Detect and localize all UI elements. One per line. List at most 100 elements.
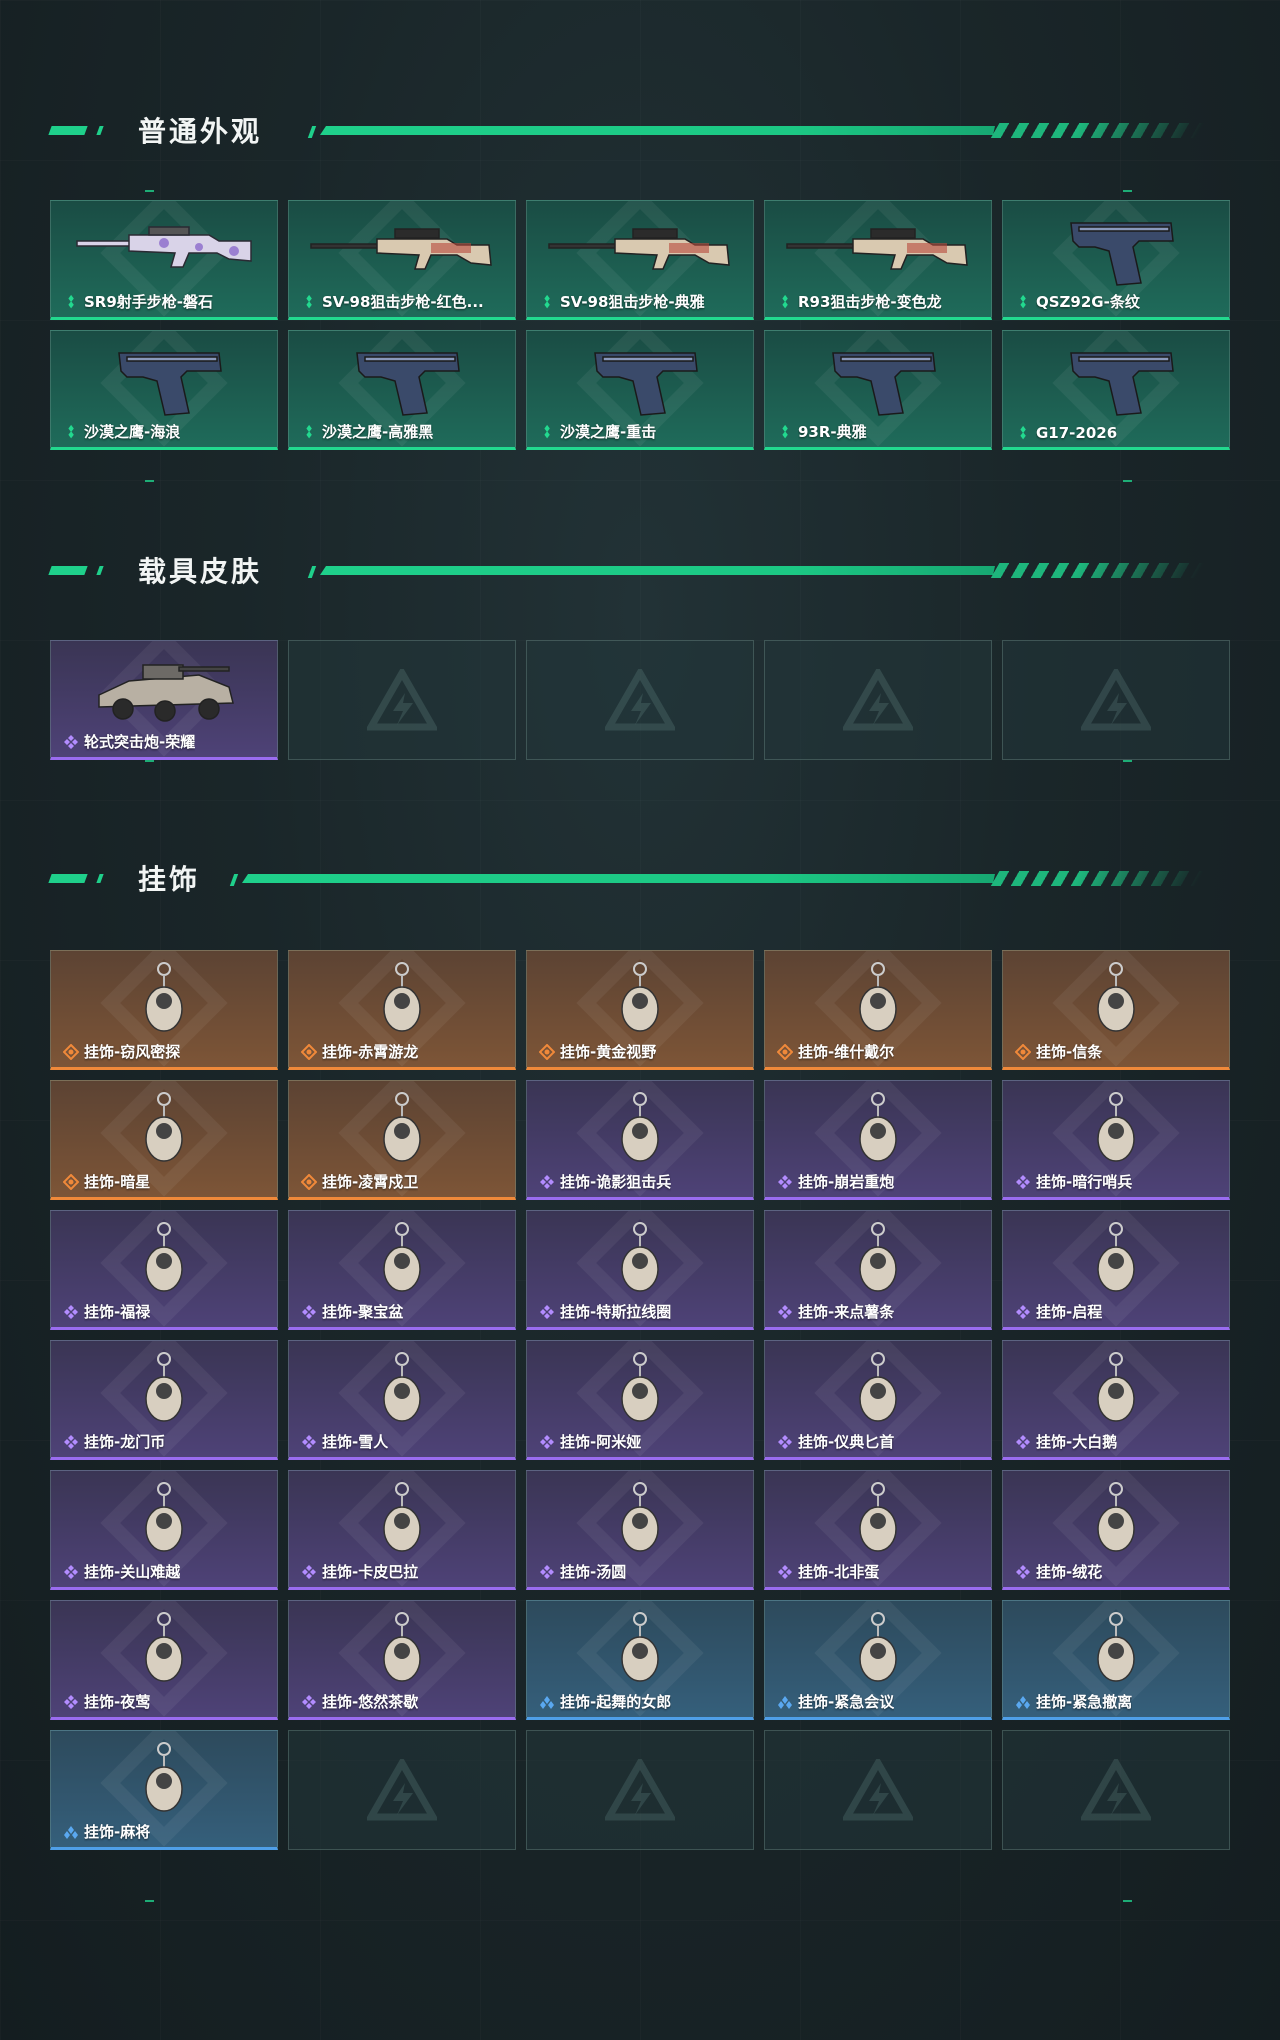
charm-icon — [783, 1351, 973, 1429]
item-card[interactable]: 挂饰-仪典匕首 — [764, 1340, 992, 1460]
item-card[interactable]: 挂饰-聚宝盆 — [288, 1210, 516, 1330]
quality-diamond-icon — [1016, 1304, 1030, 1319]
item-card[interactable]: G17-2026 — [1002, 330, 1230, 450]
item-card[interactable]: 挂饰-汤圆 — [526, 1470, 754, 1590]
item-card[interactable]: 挂饰-暗行哨兵 — [1002, 1080, 1230, 1200]
item-card[interactable]: 沙漠之鹰-重击 — [526, 330, 754, 450]
item-label: 挂饰-汤圆 — [560, 1563, 627, 1581]
item-card[interactable]: 挂饰-特斯拉线圈 — [526, 1210, 754, 1330]
item-card[interactable]: 挂饰-悠然茶歇 — [288, 1600, 516, 1720]
item-label-row: 挂饰-卡皮巴拉 — [301, 1561, 507, 1582]
item-label: 挂饰-赤霄游龙 — [322, 1043, 419, 1061]
item-card[interactable]: 挂饰-卡皮巴拉 — [288, 1470, 516, 1590]
item-label-row: 挂饰-来点薯条 — [777, 1301, 983, 1322]
item-label: 挂饰-紧急会议 — [798, 1693, 895, 1711]
corner-tick — [1123, 1900, 1132, 1902]
pistol-icon — [69, 341, 259, 419]
item-label: 挂饰-卡皮巴拉 — [322, 1563, 419, 1581]
charm-icon — [307, 1351, 497, 1429]
pistol-icon — [545, 341, 735, 419]
header-mark — [96, 126, 104, 135]
item-label: 沙漠之鹰-重击 — [560, 423, 657, 441]
quality-diamond-icon — [1015, 1043, 1031, 1060]
item-card[interactable]: 挂饰-维什戴尔 — [764, 950, 992, 1070]
item-card[interactable]: 挂饰-雪人 — [288, 1340, 516, 1460]
item-card[interactable]: 93R-典雅 — [764, 330, 992, 450]
item-label: 挂饰-聚宝盆 — [322, 1303, 404, 1321]
quality-diamond-icon — [1016, 1174, 1030, 1189]
quality-diamond-icon — [302, 1694, 316, 1709]
item-label: 挂饰-雪人 — [322, 1433, 389, 1451]
item-label: SV-98狙击步枪-红色... — [322, 293, 484, 311]
item-card[interactable]: 挂饰-来点薯条 — [764, 1210, 992, 1330]
weapon-grid: SR9射手步枪-磐石 SV-98狙击步枪-红色... SV-98狙击步枪-典雅 R93… — [50, 200, 1230, 450]
item-card[interactable]: 挂饰-福禄 — [50, 1210, 278, 1330]
charm-icon — [69, 1351, 259, 1429]
game-logo-icon — [1078, 1755, 1154, 1821]
item-card[interactable]: QSZ92G-条纹 — [1002, 200, 1230, 320]
item-card[interactable]: 挂饰-麻将 — [50, 1730, 278, 1850]
item-label-row: 挂饰-北非蛋 — [777, 1561, 983, 1582]
section-title: 普通外观 — [138, 115, 263, 148]
item-label-row: 轮式突击炮-荣耀 — [63, 731, 269, 752]
item-card[interactable]: SR9射手步枪-磐石 — [50, 200, 278, 320]
item-card[interactable]: 挂饰-黄金视野 — [526, 950, 754, 1070]
item-label-row: 挂饰-汤圆 — [539, 1561, 745, 1582]
item-card[interactable]: 挂饰-暗星 — [50, 1080, 278, 1200]
item-card[interactable]: 挂饰-诡影狙击兵 — [526, 1080, 754, 1200]
charm-icon — [307, 1221, 497, 1299]
quality-diamond-icon — [1016, 1695, 1030, 1709]
quality-diamond-icon — [540, 1174, 554, 1189]
item-card[interactable]: 挂饰-崩岩重炮 — [764, 1080, 992, 1200]
quality-diamond-icon — [306, 294, 312, 308]
item-card[interactable]: 挂饰-起舞的女郎 — [526, 1600, 754, 1720]
item-label-row: 挂饰-起舞的女郎 — [539, 1691, 745, 1712]
item-card[interactable]: 挂饰-启程 — [1002, 1210, 1230, 1330]
item-label-row: 挂饰-暗星 — [63, 1171, 269, 1192]
game-logo-icon — [840, 665, 916, 731]
item-label-row: 沙漠之鹰-海浪 — [63, 421, 269, 442]
item-card[interactable]: 挂饰-夜莺 — [50, 1600, 278, 1720]
item-label-row: 挂饰-特斯拉线圈 — [539, 1301, 745, 1322]
item-card[interactable]: 挂饰-关山难越 — [50, 1470, 278, 1590]
item-card[interactable]: SV-98狙击步枪-红色... — [288, 200, 516, 320]
item-card[interactable]: R93狙击步枪-变色龙 — [764, 200, 992, 320]
quality-diamond-icon — [68, 294, 74, 308]
item-label-row: 挂饰-启程 — [1015, 1301, 1221, 1322]
header-checker-pattern — [990, 123, 1205, 138]
quality-diamond-icon — [63, 1043, 79, 1060]
section-title: 载具皮肤 — [138, 555, 263, 588]
item-label-row: R93狙击步枪-变色龙 — [777, 291, 983, 312]
item-label: 挂饰-麻将 — [84, 1823, 151, 1841]
item-card[interactable]: 挂饰-信条 — [1002, 950, 1230, 1070]
item-card[interactable]: 挂饰-窃风密探 — [50, 950, 278, 1070]
charm-icon — [545, 1351, 735, 1429]
item-label-row: 挂饰-绒花 — [1015, 1561, 1221, 1582]
item-label: 挂饰-紧急撤离 — [1036, 1693, 1133, 1711]
item-label: 挂饰-崩岩重炮 — [798, 1173, 895, 1191]
charm-grid: 挂饰-窃风密探 挂饰-赤霄游龙 挂饰-黄金视野 挂饰-维什戴尔 挂饰-信条 挂饰-暗星 挂饰… — [50, 950, 1230, 1850]
item-card[interactable]: 挂饰-凌霄戍卫 — [288, 1080, 516, 1200]
item-card[interactable]: 挂饰-紧急撤离 — [1002, 1600, 1230, 1720]
item-label: 挂饰-窃风密探 — [84, 1043, 181, 1061]
item-label: 挂饰-信条 — [1036, 1043, 1103, 1061]
game-logo-icon — [364, 1755, 440, 1821]
item-card[interactable]: 挂饰-北非蛋 — [764, 1470, 992, 1590]
item-card[interactable]: 挂饰-阿米娅 — [526, 1340, 754, 1460]
item-card[interactable]: 挂饰-龙门币 — [50, 1340, 278, 1460]
item-card[interactable]: 挂饰-大白鹅 — [1002, 1340, 1230, 1460]
item-card[interactable]: 沙漠之鹰-海浪 — [50, 330, 278, 450]
charm-icon — [1021, 1091, 1211, 1169]
item-card[interactable]: 沙漠之鹰-高雅黑 — [288, 330, 516, 450]
item-card[interactable]: SV-98狙击步枪-典雅 — [526, 200, 754, 320]
quality-diamond-icon — [302, 1304, 316, 1319]
item-card[interactable]: 挂饰-紧急会议 — [764, 1600, 992, 1720]
corner-tick — [1123, 760, 1132, 762]
item-card[interactable]: 挂饰-赤霄游龙 — [288, 950, 516, 1070]
header-mark — [307, 126, 317, 138]
item-card[interactable]: 轮式突击炮-荣耀 — [50, 640, 278, 760]
item-label: 挂饰-起舞的女郎 — [560, 1693, 672, 1711]
item-card[interactable]: 挂饰-绒花 — [1002, 1470, 1230, 1590]
game-logo-icon — [602, 665, 678, 731]
item-label: 挂饰-悠然茶歇 — [322, 1693, 419, 1711]
